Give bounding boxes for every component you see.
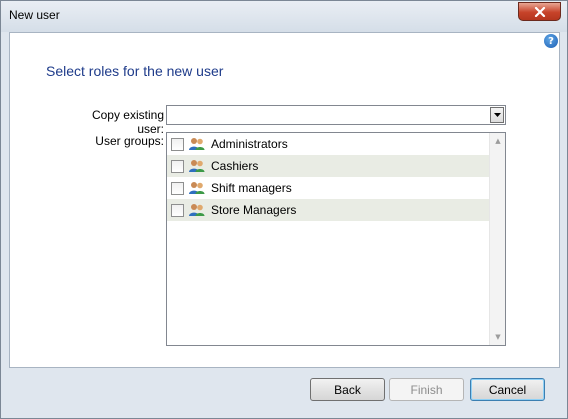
list-item[interactable]: Cashiers — [167, 155, 489, 177]
group-label: Store Managers — [211, 203, 297, 217]
group-checkbox[interactable] — [171, 137, 184, 151]
dropdown-button[interactable] — [490, 107, 504, 123]
user-group-icon — [188, 159, 206, 173]
window-title: New user — [9, 8, 60, 22]
user-group-icon — [188, 203, 206, 217]
scroll-down-arrow[interactable]: ▼ — [490, 329, 506, 345]
user-groups-label: User groups: — [95, 134, 164, 148]
group-label: Shift managers — [211, 181, 292, 195]
copy-existing-user-dropdown[interactable] — [166, 105, 506, 125]
group-checkbox[interactable] — [171, 159, 184, 173]
list-item[interactable]: Shift managers — [167, 177, 489, 199]
page-title: Select roles for the new user — [46, 63, 224, 79]
vertical-scrollbar[interactable]: ▲ ▼ — [489, 133, 505, 345]
scroll-up-arrow[interactable]: ▲ — [490, 133, 506, 149]
group-checkbox[interactable] — [171, 181, 184, 195]
chevron-down-icon — [493, 113, 501, 117]
close-icon — [534, 6, 545, 17]
copy-existing-user-label: Copy existing user: — [91, 108, 164, 136]
new-user-dialog: New user ? Select roles for the new user… — [0, 0, 568, 419]
group-label: Cashiers — [211, 159, 259, 173]
dialog-content: ? Select roles for the new user Copy exi… — [9, 32, 560, 368]
close-button[interactable] — [518, 2, 561, 21]
user-group-icon — [188, 137, 206, 151]
group-label: Administrators — [211, 137, 288, 151]
help-icon[interactable]: ? — [544, 34, 558, 48]
cancel-button[interactable]: Cancel — [470, 378, 545, 401]
list-item[interactable]: Administrators — [167, 133, 489, 155]
back-button[interactable]: Back — [310, 378, 385, 401]
user-groups-list[interactable]: Administrators Cashiers Shift managers Stor… — [166, 132, 506, 346]
finish-button[interactable]: Finish — [389, 378, 464, 401]
user-groups-items: Administrators Cashiers Shift managers Stor… — [167, 133, 489, 221]
group-checkbox[interactable] — [171, 203, 184, 217]
title-bar[interactable]: New user — [1, 1, 567, 32]
list-item[interactable]: Store Managers — [167, 199, 489, 221]
user-group-icon — [188, 181, 206, 195]
